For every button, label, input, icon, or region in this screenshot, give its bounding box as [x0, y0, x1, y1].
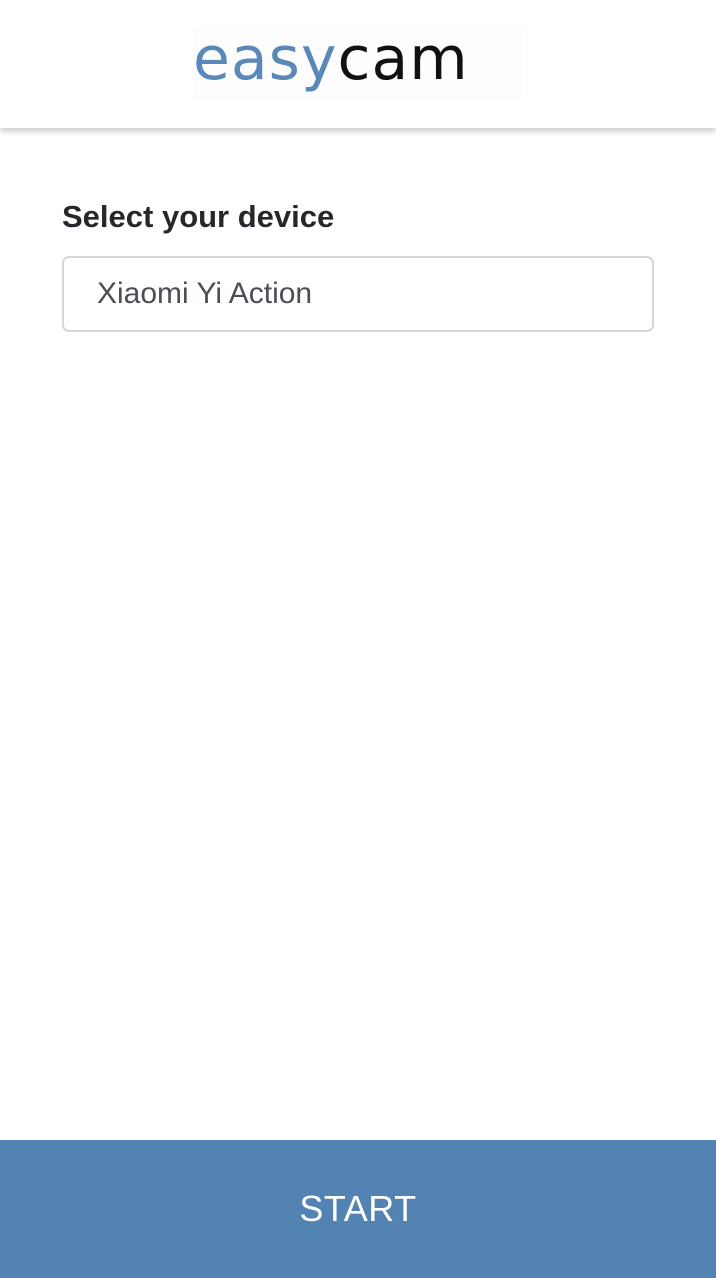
device-selection-form: Select your device Xiaomi Yi Action — [62, 198, 654, 332]
easycam-logo: easy cam — [193, 26, 523, 100]
logo-text-cam: cam — [337, 24, 469, 94]
start-button[interactable]: START — [0, 1140, 716, 1278]
select-device-label: Select your device — [62, 199, 335, 234]
start-button-label: START — [299, 1188, 417, 1229]
device-select-field[interactable]: Xiaomi Yi Action — [62, 256, 654, 332]
app-header: easy cam — [0, 0, 716, 128]
app-screen: easy cam Select your device Xiaomi Yi Act… — [0, 0, 716, 1278]
logo-text-easy: easy — [193, 24, 338, 94]
device-select-value: Xiaomi Yi Action — [97, 277, 313, 310]
